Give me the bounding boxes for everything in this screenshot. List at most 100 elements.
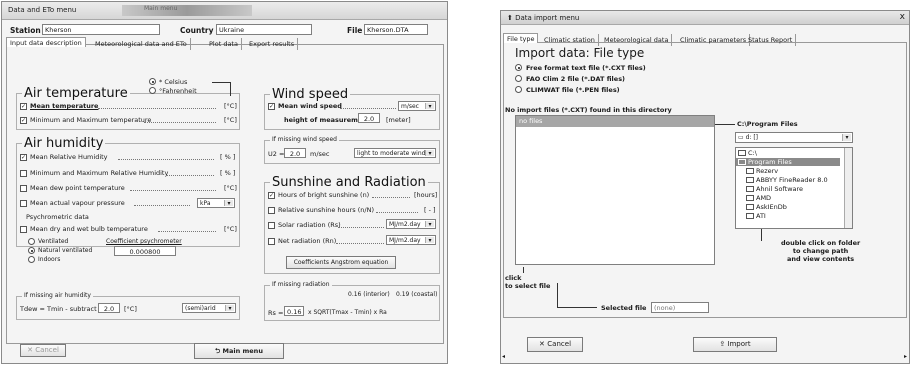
dat-radio[interactable] — [515, 75, 522, 82]
minmax-rh-label: Minimum and Maximum Relative Humidity — [30, 169, 169, 177]
folder-item[interactable]: ABBYY FineReader 8.0 — [746, 176, 828, 184]
import-button[interactable]: ⇪ Import — [693, 337, 777, 352]
ventilated-radio[interactable] — [28, 238, 35, 245]
drive-value: d: [] — [745, 134, 758, 141]
window-title: Data and ETo menu — [8, 6, 77, 14]
dots — [340, 108, 396, 109]
interior-option[interactable]: 0.16 (interior) — [348, 291, 390, 298]
close-icon[interactable]: x — [900, 12, 905, 22]
folder-item[interactable]: ATI — [746, 212, 766, 220]
dots — [118, 159, 214, 160]
solar-unit-value: MJ/m2.day — [389, 221, 421, 228]
import-heading: Import data: File type — [515, 46, 645, 60]
mean-wind-checkbox[interactable]: ✓ — [268, 103, 275, 110]
pen-label: CLIMWAT file (*.PEN files) — [526, 86, 620, 94]
net-checkbox[interactable] — [268, 238, 275, 245]
main-menu-button[interactable]: ⮌ Main menu — [194, 343, 284, 359]
scroll-left-arrow[interactable]: ◂ — [502, 353, 505, 360]
tab-file-type[interactable]: File type — [503, 33, 539, 43]
tdew-input[interactable]: 2.0 — [98, 303, 120, 313]
tab-meteorological-data[interactable]: Meteorological data — [601, 34, 673, 46]
minmax-temp-checkbox[interactable]: ✓ — [20, 117, 27, 124]
natural-radio[interactable] — [28, 247, 35, 254]
tab-climatic-station[interactable]: Climatic station — [541, 34, 599, 46]
tab-input-description[interactable]: Input data description — [6, 37, 86, 47]
window-title-text: Data import menu — [515, 14, 580, 22]
hours-unit: [hours] — [414, 191, 438, 199]
tab-export-results[interactable]: Export results — [246, 38, 299, 50]
data-eto-window: Data and ETo menu Main menu Station Kher… — [1, 1, 448, 364]
pen-radio[interactable] — [515, 86, 522, 93]
folder-item[interactable]: AMD — [746, 194, 771, 202]
selected-file-input[interactable]: (none) — [651, 302, 709, 313]
vapour-checkbox[interactable] — [20, 200, 27, 207]
net-unit-select[interactable]: MJ/m2.day ▾ — [386, 235, 436, 245]
pointer-line — [523, 267, 524, 273]
sunshine-title: Sunshine and Radiation — [270, 175, 428, 190]
height-input[interactable]: 2.0 — [358, 113, 380, 123]
u2-input[interactable]: 2.0 — [284, 148, 306, 158]
dots — [336, 243, 384, 244]
drive-select[interactable]: ▭ d: [] ▾ — [735, 132, 853, 143]
list-item-selected[interactable]: no files — [516, 116, 714, 127]
rs-input[interactable]: 0.16 — [284, 306, 304, 316]
country-input[interactable]: Ukraine — [216, 24, 312, 35]
missing-wind-title: If missing wind speed — [270, 136, 339, 143]
folder-item[interactable]: C:\ — [738, 149, 757, 157]
net-label: Net radiation (Rn) — [278, 237, 337, 245]
tab-climatic-parameters[interactable]: Climatic parameters — [677, 34, 751, 46]
mean-rh-checkbox[interactable]: ✓ — [20, 154, 27, 161]
mean-temp-checkbox[interactable]: ✓ — [20, 103, 27, 110]
vapour-unit-select[interactable]: kPa ▾ — [197, 198, 235, 208]
wind-class-select[interactable]: light to moderate wind ▾ — [354, 148, 436, 158]
psychro-title: Psychrometric data — [26, 213, 89, 221]
file-input[interactable]: Kherson.DTA — [364, 24, 428, 35]
folder-icon — [746, 177, 754, 183]
tab-status-report[interactable]: Status Report — [745, 34, 797, 46]
coastal-option[interactable]: 0.19 (coastal) — [396, 291, 437, 298]
folder-icon — [746, 213, 754, 219]
folder-item[interactable]: Rezerv — [746, 167, 778, 175]
indoors-radio[interactable] — [28, 256, 35, 263]
coef-input[interactable]: 0.000800 — [114, 246, 176, 256]
coefficients-button[interactable]: Coefficients Angstrom equation — [286, 256, 396, 269]
cxt-label: Free format text file (*.CXT files) — [526, 64, 646, 72]
climate-value: (semi)arid — [185, 305, 216, 312]
hours-checkbox[interactable]: ✓ — [268, 192, 275, 199]
file-list[interactable]: no files — [515, 115, 715, 265]
station-input[interactable]: Kherson — [42, 24, 160, 35]
folder-item[interactable]: Ahnil Software — [746, 185, 803, 193]
wind-unit-select[interactable]: m/sec ▾ — [398, 101, 436, 111]
cancel-button[interactable]: ✕ Cancel — [527, 337, 583, 352]
dew-unit: [°C] — [224, 184, 237, 192]
close-icon: ✕ — [27, 346, 36, 354]
folder-icon — [746, 195, 754, 201]
climate-select[interactable]: (semi)arid ▾ — [182, 303, 236, 313]
fahrenheit-radio[interactable] — [149, 87, 156, 94]
blurred-title: Main menu — [122, 5, 252, 16]
folder-scrollbar[interactable] — [844, 148, 852, 228]
tab-meteo-data[interactable]: Meteorological data and ETo — [92, 38, 191, 50]
drywet-checkbox[interactable] — [20, 226, 27, 233]
cxt-radio[interactable] — [515, 64, 522, 71]
tab-plot-data[interactable]: Plot data — [206, 38, 242, 50]
solar-unit-select[interactable]: MJ/m2.day ▾ — [386, 219, 436, 229]
folder-item[interactable]: AskIEnDb — [746, 203, 787, 211]
dots — [158, 231, 216, 232]
u2-unit: m/sec — [310, 150, 330, 158]
scroll-right-arrow[interactable]: ▸ — [904, 353, 907, 360]
tdew-label: Tdew = Tmin - subtract — [20, 305, 97, 313]
cancel-button[interactable]: ✕ Cancel — [20, 344, 66, 357]
folder-label: C:\ — [748, 149, 757, 157]
folder-label: AMD — [756, 194, 772, 202]
celsius-radio[interactable] — [149, 78, 156, 85]
folder-item-selected[interactable]: Program Files — [736, 158, 840, 166]
folder-list[interactable]: C:\ Program Files Rezerv ABBYY FineReade… — [735, 147, 853, 229]
double-click-note: double click on folder to change path an… — [781, 239, 861, 263]
missing-radiation-title: If missing radiation — [270, 281, 332, 288]
relative-checkbox[interactable] — [268, 207, 275, 214]
unit-connector — [212, 82, 230, 83]
minmax-rh-checkbox[interactable] — [20, 170, 27, 177]
dew-checkbox[interactable] — [20, 185, 27, 192]
solar-checkbox[interactable] — [268, 222, 275, 229]
